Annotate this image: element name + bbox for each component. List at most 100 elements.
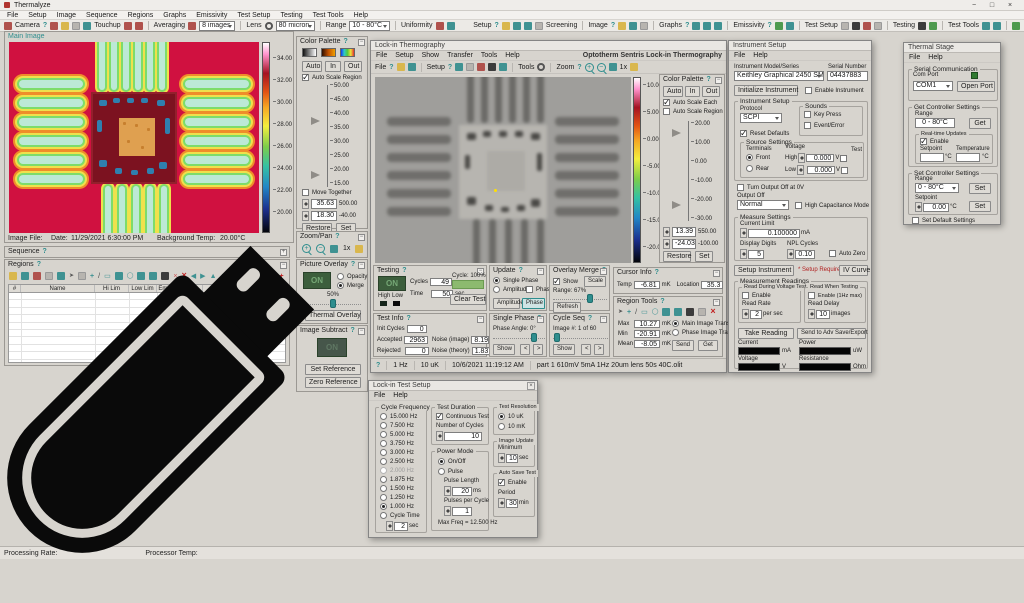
help-icon[interactable]: ? — [655, 269, 659, 276]
freq-radio[interactable] — [380, 494, 387, 501]
show-button[interactable]: Show — [553, 344, 575, 355]
key-press-checkbox[interactable] — [804, 111, 811, 118]
ts-flag-icon[interactable] — [841, 22, 849, 30]
zoom-level[interactable]: 1x — [620, 64, 627, 71]
camera-help-icon[interactable]: ? — [43, 22, 47, 29]
lower-value-field[interactable]: 18.30 — [311, 211, 337, 221]
rejected-field[interactable]: 0 — [405, 347, 429, 355]
single-phase-radio[interactable] — [493, 277, 500, 284]
upper-spinner[interactable] — [663, 227, 670, 237]
export-icon[interactable] — [524, 22, 532, 30]
lower-value-field[interactable]: -24.03 — [672, 239, 696, 249]
set-setpoint-button[interactable]: Set — [969, 201, 991, 212]
current-limit-spinner[interactable] — [740, 228, 747, 238]
in-button[interactable]: In — [685, 86, 700, 97]
lockin-phase-image[interactable] — [375, 77, 631, 263]
lockin-menu-file[interactable]: File — [376, 52, 387, 59]
period-field[interactable]: 30 — [506, 499, 518, 508]
onoff-radio[interactable] — [438, 458, 445, 465]
grid-setup-icon[interactable] — [477, 63, 485, 71]
help-icon[interactable]: ? — [43, 248, 47, 255]
show-checkbox[interactable] — [553, 278, 560, 285]
menu-file[interactable]: File — [909, 54, 920, 61]
open-port-button[interactable]: Open Port — [957, 81, 995, 92]
help-icon[interactable]: ? — [37, 261, 41, 268]
range-select[interactable]: 10 - 80°C — [349, 21, 390, 31]
event-error-checkbox[interactable] — [804, 122, 811, 129]
menu-test-setup[interactable]: Test Setup — [237, 12, 270, 19]
upper-value-field[interactable]: 35.63 — [311, 199, 337, 209]
high-spinner[interactable] — [798, 153, 805, 163]
thermal-titlebar[interactable]: Thermal Stage — [904, 43, 1000, 53]
auto-scale-region-checkbox[interactable] — [663, 108, 670, 115]
front-radio[interactable] — [746, 154, 753, 161]
close-icon[interactable] — [1006, 2, 1014, 9]
auto-scale-each-checkbox[interactable] — [663, 99, 670, 106]
collapse-icon[interactable] — [600, 316, 607, 323]
minimum-spinner[interactable] — [498, 453, 505, 463]
npl-field[interactable]: 0.10 — [795, 250, 815, 259]
pan-icon[interactable] — [355, 245, 363, 253]
display-digits-field[interactable]: 5 — [748, 250, 764, 259]
upper-value-field[interactable]: 13.39 — [672, 227, 696, 237]
menu-graphs[interactable]: Graphs — [163, 12, 186, 19]
lockin-menu-transfer[interactable]: Transfer — [447, 52, 473, 59]
averaging-icon[interactable] — [188, 22, 196, 30]
noise-image-field[interactable]: 8.193 — [471, 336, 489, 344]
chart-icon[interactable] — [993, 22, 1001, 30]
help-icon[interactable]: ? — [350, 327, 354, 334]
save-icon[interactable] — [21, 272, 29, 280]
add-point-icon[interactable] — [90, 272, 94, 281]
capture-icon[interactable] — [50, 22, 58, 30]
delete-region-icon[interactable] — [710, 307, 715, 317]
range-select[interactable]: 0 - 80°C — [915, 183, 959, 193]
pointer-icon[interactable] — [618, 307, 623, 317]
cycle-time-radio[interactable] — [380, 512, 387, 519]
low-test-checkbox[interactable] — [841, 167, 848, 174]
rear-radio[interactable] — [746, 165, 753, 172]
lockin-menu-show[interactable]: Show — [422, 52, 440, 59]
setup-instrument-button[interactable]: Setup Instrument — [734, 265, 794, 276]
menu-test-tools[interactable]: Test Tools — [313, 12, 344, 19]
cycle-time-spinner[interactable] — [386, 521, 393, 531]
help-icon[interactable]: ? — [389, 64, 393, 71]
setup-help-icon[interactable]: ? — [495, 22, 499, 29]
histogram-icon[interactable] — [714, 22, 722, 30]
leaf-icon[interactable] — [1012, 22, 1020, 30]
help-icon[interactable]: ? — [519, 267, 523, 274]
in-button[interactable]: In — [325, 61, 341, 72]
init-cycles-field[interactable]: 0 — [407, 325, 427, 333]
realtime-enable-checkbox[interactable] — [920, 138, 927, 145]
phase-slider[interactable] — [493, 332, 545, 342]
send-button[interactable]: Send — [672, 340, 694, 351]
palette-grayscale[interactable] — [302, 48, 317, 57]
help-icon[interactable]: ? — [706, 76, 710, 83]
send-adv-button[interactable]: Send to Adv Save/Export — [797, 328, 866, 339]
averaging-select[interactable]: 8 images — [199, 21, 235, 31]
phase-transfer-radio[interactable] — [672, 329, 679, 336]
zoom-fit-icon[interactable] — [609, 63, 617, 71]
read-rate-field[interactable]: 2 — [750, 310, 762, 319]
res-10mk-radio[interactable] — [498, 423, 505, 430]
help-icon[interactable]: ? — [448, 64, 452, 71]
menu-file[interactable]: File — [7, 12, 18, 19]
expand-icon[interactable] — [280, 249, 287, 256]
col-name[interactable]: Name — [21, 285, 95, 292]
main-transfer-radio[interactable] — [672, 320, 679, 327]
next-button[interactable]: > — [594, 344, 604, 355]
amplitude-radio[interactable] — [493, 286, 500, 293]
pulse-length-field[interactable]: 20 — [452, 487, 472, 496]
noise-theory-field[interactable]: 1.837 — [472, 347, 490, 355]
col-num[interactable]: # — [9, 285, 21, 292]
cycle-time-field[interactable]: 2 — [394, 522, 408, 531]
lockin-menu-setup[interactable]: Setup — [395, 52, 413, 59]
collapse-icon[interactable] — [537, 268, 544, 275]
camera-icon[interactable] — [4, 22, 12, 30]
instrument-icon[interactable] — [466, 63, 474, 71]
zoom-in-icon[interactable] — [585, 63, 594, 72]
zoom-out-icon[interactable] — [597, 63, 606, 72]
initialize-button[interactable]: Initialize Instrument — [734, 85, 798, 96]
gear-icon[interactable] — [265, 22, 273, 30]
lower-spinner[interactable] — [302, 211, 309, 221]
camera-setup-icon[interactable] — [455, 63, 463, 71]
